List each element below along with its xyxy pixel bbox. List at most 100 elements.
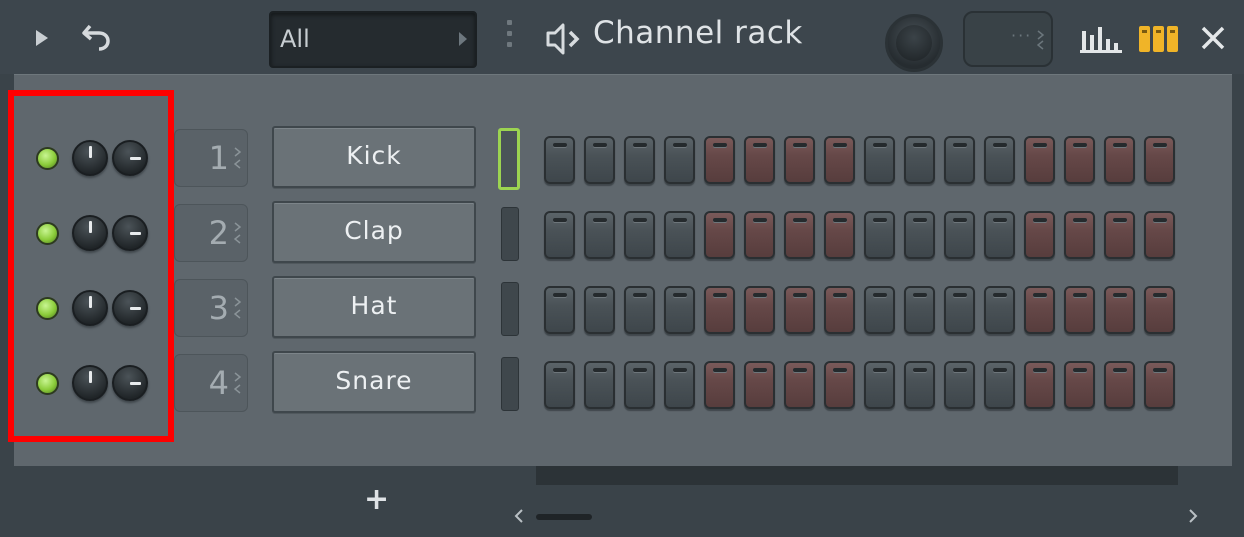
channel-name-button[interactable]: Kick	[272, 126, 476, 188]
play-arrow-icon[interactable]	[34, 28, 50, 48]
channel-name-button[interactable]: Clap	[272, 201, 476, 263]
step-button[interactable]	[584, 286, 615, 334]
channel-select-indicator[interactable]	[501, 207, 519, 261]
graph-editor-icon[interactable]	[1080, 25, 1122, 53]
step-button[interactable]	[864, 361, 895, 409]
step-button[interactable]	[1064, 361, 1095, 409]
title-bar: All Channel rack ···	[0, 0, 1244, 74]
step-button[interactable]	[784, 211, 815, 259]
step-button[interactable]	[624, 211, 655, 259]
chevron-updown-icon	[234, 372, 242, 394]
main-swing-knob[interactable]	[885, 14, 943, 72]
step-button[interactable]	[944, 361, 975, 409]
step-button[interactable]	[544, 361, 575, 409]
step-button[interactable]	[544, 286, 575, 334]
step-button[interactable]	[1144, 211, 1175, 259]
step-button[interactable]	[1064, 211, 1095, 259]
step-button[interactable]	[904, 211, 935, 259]
step-button[interactable]	[1104, 286, 1135, 334]
step-button[interactable]	[704, 211, 735, 259]
drag-handle[interactable]	[507, 20, 513, 56]
channel-select-indicator[interactable]	[501, 282, 519, 336]
mixer-track-selector[interactable]: 1	[174, 129, 248, 187]
step-button[interactable]	[744, 361, 775, 409]
channel-select-indicator[interactable]	[501, 357, 519, 411]
mixer-track-selector[interactable]: 2	[174, 204, 248, 262]
step-button[interactable]	[1144, 286, 1175, 334]
step-button[interactable]	[584, 136, 615, 184]
step-button[interactable]	[544, 211, 575, 259]
step-button[interactable]	[584, 211, 615, 259]
step-button[interactable]	[904, 286, 935, 334]
speaker-icon[interactable]	[544, 19, 584, 59]
window-title: Channel rack	[593, 15, 803, 51]
channel-row: 2 Clap	[14, 201, 1232, 267]
step-button[interactable]	[824, 136, 855, 184]
step-button[interactable]	[1104, 211, 1135, 259]
channel-name-button[interactable]: Snare	[272, 351, 476, 413]
step-button[interactable]	[584, 361, 615, 409]
mixer-track-number: 2	[208, 214, 229, 252]
step-button[interactable]	[544, 136, 575, 184]
step-button[interactable]	[984, 286, 1015, 334]
step-button[interactable]	[824, 286, 855, 334]
step-button[interactable]	[824, 361, 855, 409]
scroll-right-icon[interactable]	[1186, 506, 1200, 526]
step-button[interactable]	[744, 211, 775, 259]
step-button[interactable]	[1104, 361, 1135, 409]
channel-select-indicator[interactable]	[498, 128, 520, 190]
scroll-left-icon[interactable]	[512, 506, 526, 526]
step-button[interactable]	[1024, 136, 1055, 184]
step-button[interactable]	[984, 136, 1015, 184]
scroll-track	[536, 466, 1178, 485]
step-button[interactable]	[904, 136, 935, 184]
channel-rack-panel: 1 Kick 2 Clap 3 Hat 4 Snare	[14, 74, 1232, 466]
filter-value: All	[280, 25, 310, 53]
step-button[interactable]	[1104, 136, 1135, 184]
step-button[interactable]	[704, 136, 735, 184]
step-button[interactable]	[664, 361, 695, 409]
step-button[interactable]	[984, 361, 1015, 409]
step-button[interactable]	[904, 361, 935, 409]
step-button[interactable]	[744, 286, 775, 334]
step-button[interactable]	[1024, 361, 1055, 409]
step-button[interactable]	[784, 136, 815, 184]
step-button[interactable]	[704, 361, 735, 409]
step-sequencer-icon[interactable]	[1139, 26, 1179, 52]
step-button[interactable]	[944, 211, 975, 259]
step-button[interactable]	[1064, 136, 1095, 184]
channel-name-label: Hat	[350, 291, 398, 320]
add-channel-button[interactable]: +	[364, 485, 389, 515]
step-button[interactable]	[784, 361, 815, 409]
step-button[interactable]	[1144, 361, 1175, 409]
step-button[interactable]	[664, 136, 695, 184]
step-button[interactable]	[864, 211, 895, 259]
step-button[interactable]	[664, 211, 695, 259]
step-button[interactable]	[784, 286, 815, 334]
chevron-updown-icon[interactable]	[1037, 25, 1045, 55]
step-button[interactable]	[1024, 211, 1055, 259]
step-button[interactable]	[1144, 136, 1175, 184]
mixer-track-selector[interactable]: 4	[174, 354, 248, 412]
step-button[interactable]	[664, 286, 695, 334]
step-button[interactable]	[864, 286, 895, 334]
step-button[interactable]	[624, 361, 655, 409]
step-button[interactable]	[624, 136, 655, 184]
mixer-track-selector[interactable]: 3	[174, 279, 248, 337]
step-button[interactable]	[744, 136, 775, 184]
step-button[interactable]	[624, 286, 655, 334]
step-button[interactable]	[864, 136, 895, 184]
step-button[interactable]	[944, 286, 975, 334]
step-button[interactable]	[944, 136, 975, 184]
step-button[interactable]	[704, 286, 735, 334]
close-icon[interactable]	[1200, 25, 1226, 51]
horizontal-scrollbar-thumb[interactable]	[536, 514, 592, 520]
step-button[interactable]	[1064, 286, 1095, 334]
step-button[interactable]	[824, 211, 855, 259]
undo-icon[interactable]	[82, 22, 112, 52]
channel-name-button[interactable]: Hat	[272, 276, 476, 338]
step-button[interactable]	[984, 211, 1015, 259]
channel-filter-dropdown[interactable]: All	[269, 11, 477, 68]
step-button[interactable]	[1024, 286, 1055, 334]
swing-display[interactable]: ···	[963, 11, 1053, 67]
